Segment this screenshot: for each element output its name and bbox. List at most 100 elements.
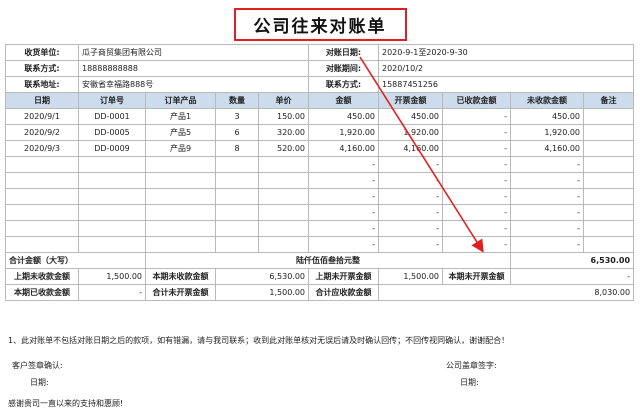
period-value: 2020/10/2 (377, 60, 635, 77)
table-cell: 320.00 (258, 124, 309, 141)
table-cell: 产品5 (145, 124, 216, 141)
column-header: 未收款金额 (510, 92, 584, 109)
table-cell (145, 156, 216, 173)
table-cell: - (378, 188, 443, 205)
table-cell (145, 172, 216, 189)
table-cell: 1,920.00 (308, 124, 379, 141)
title-area: 公司往来对账单 (0, 8, 640, 41)
cur-unpaid-value: 6,530.00 (215, 268, 309, 285)
total-uninv-value: 1,500.00 (215, 284, 309, 301)
table-cell: 2020/9/3 (5, 140, 79, 157)
column-header: 订单产品 (145, 92, 216, 109)
cur-uninv-value: - (509, 268, 635, 285)
table-row: 2020/9/2 DD-0005 产品5 6 320.00 1,920.00 1,920.0… (5, 124, 635, 141)
table-cell: - (442, 108, 511, 125)
table-cell: - (442, 172, 511, 189)
table-row: ---- (5, 156, 635, 173)
summary-row-2: 本期已收款金额 - 合计未开票金额 1,500.00 合计应收款金额 8,030… (5, 284, 635, 301)
total-words: 陆仟伍佰叁拾元整 (145, 252, 511, 269)
company-sign-label: 公司盖章签字: (446, 361, 497, 370)
table-cell: DD-0009 (78, 140, 146, 157)
total-amount: 6,530.00 (509, 252, 635, 269)
table-cell (78, 172, 146, 189)
total-label: 合计金额（大写） (5, 252, 146, 269)
table-cell: 520.00 (258, 140, 309, 157)
table-cell (215, 156, 259, 173)
period-label: 对账期间: (308, 60, 379, 77)
table-cell: 产品1 (145, 108, 216, 125)
table-cell: 6 (215, 124, 259, 141)
cur-unpaid-label: 本期未收款金额 (145, 268, 216, 285)
contact2-value: 15887451256 (377, 76, 635, 93)
contact-value: 18888888888 (78, 60, 309, 77)
date-label-left: 日期: (30, 378, 49, 387)
recon-date-label: 对账日期: (308, 44, 379, 61)
table-row: ---- (5, 204, 635, 221)
column-header: 数量 (215, 92, 259, 109)
table-cell: - (510, 188, 584, 205)
table-cell (5, 156, 79, 173)
summary-row-1: 上期未收款金额 1,500.00 本期未收款金额 6,530.00 上期未开票金… (5, 268, 635, 285)
table-cell (5, 172, 79, 189)
table-cell: - (510, 156, 584, 173)
address-label: 联系地址: (5, 76, 79, 93)
column-header: 备注 (582, 92, 635, 109)
table-cell (582, 156, 635, 173)
table-cell (78, 188, 146, 205)
table-cell: - (378, 220, 443, 237)
column-header: 日期 (5, 92, 79, 109)
table-cell: 1,920.00 (510, 124, 584, 141)
cur-uninv-label: 本期未开票金额 (442, 268, 511, 285)
contact-label: 联系方式: (5, 60, 79, 77)
customer-label: 收货单位: (5, 44, 79, 61)
table-cell: - (378, 236, 443, 253)
cur-paid-value: - (78, 284, 146, 301)
thanks-text: 感谢贵司一直以来的支持和惠顾! (8, 399, 124, 408)
table-cell: 3 (215, 108, 259, 125)
table-cell: - (442, 204, 511, 221)
table-row: 2020/9/3 DD-0009 产品9 8 520.00 4,160.00 4,160.0… (5, 140, 635, 157)
table-cell (5, 220, 79, 237)
table-cell (582, 204, 635, 221)
table-cell (582, 188, 635, 205)
reconciliation-table: 收货单位: 瓜子商贸集团有限公司 对账日期: 2020-9-1至2020-9-3… (5, 44, 635, 301)
recon-date-value: 2020-9-1至2020-9-30 (377, 44, 635, 61)
prev-unpaid-value: 1,500.00 (78, 268, 146, 285)
table-cell (582, 124, 635, 141)
table-cell: DD-0001 (78, 108, 146, 125)
table-cell (258, 204, 309, 221)
table-cell: 450.00 (308, 108, 379, 125)
table-cell: - (442, 124, 511, 141)
table-cell (582, 220, 635, 237)
column-header: 金额 (308, 92, 379, 109)
table-row: ---- (5, 172, 635, 189)
table-cell (5, 204, 79, 221)
table-cell: 450.00 (378, 108, 443, 125)
total-unpaid-value: 8,030.00 (377, 284, 635, 301)
table-cell: 4,160.00 (510, 140, 584, 157)
table-cell (78, 220, 146, 237)
total-unpaid-label: 合计应收款金额 (308, 284, 379, 301)
table-cell: - (308, 236, 379, 253)
table-cell (215, 188, 259, 205)
table-row: ---- (5, 236, 635, 253)
prev-uninv-label: 上期未开票金额 (308, 268, 379, 285)
cur-paid-label: 本期已收款金额 (5, 284, 79, 301)
table-cell (258, 172, 309, 189)
table-row: ---- (5, 188, 635, 205)
table-cell (215, 172, 259, 189)
table-cell: 2020/9/2 (5, 124, 79, 141)
info-row-address: 联系地址: 安徽省幸福路888号 联系方式: 15887451256 (5, 76, 635, 93)
table-cell: - (442, 156, 511, 173)
table-cell: - (510, 204, 584, 221)
table-cell (5, 188, 79, 205)
table-row: 2020/9/1 DD-0001 产品1 3 150.00 450.00 450.00-45… (5, 108, 635, 125)
table-cell (258, 220, 309, 237)
table-cell: - (442, 140, 511, 157)
table-cell: - (442, 188, 511, 205)
table-cell: 1,920.00 (378, 124, 443, 141)
info-row-customer: 收货单位: 瓜子商贸集团有限公司 对账日期: 2020-9-1至2020-9-3… (5, 44, 635, 61)
prev-uninv-value: 1,500.00 (378, 268, 443, 285)
total-row: 合计金额（大写） 陆仟伍佰叁拾元整 6,530.00 (5, 252, 635, 269)
table-cell: - (378, 204, 443, 221)
